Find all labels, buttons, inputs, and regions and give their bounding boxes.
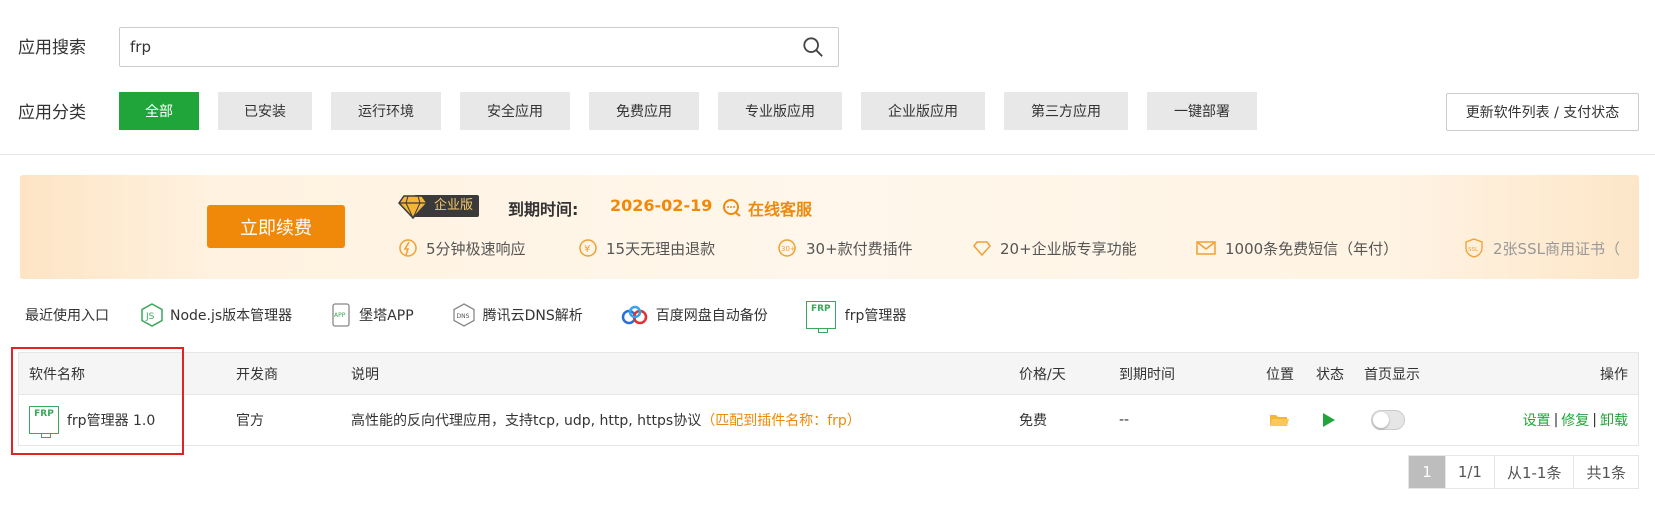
table-row: FRP frp管理器 1.0 官方 高性能的反向代理应用，支持tcp, udp,… [19, 395, 1638, 445]
app-icon: APP [332, 303, 350, 327]
recent-item-frp[interactable]: FRP frp管理器 [805, 301, 906, 333]
recent-item-baidu-backup[interactable]: 百度网盘自动备份 [621, 304, 768, 326]
svg-text:JS: JS [145, 312, 155, 322]
recent-entries: 最近使用入口 JS Node.js版本管理器 APP 堡塔APP DNS 腾讯云… [25, 300, 906, 333]
mail-icon [1196, 241, 1216, 255]
header-operations: 操作 [1600, 366, 1628, 383]
header-description: 说明 [351, 366, 379, 383]
feature-item: 30+ 30+款付费插件 [776, 238, 972, 259]
category-security[interactable]: 安全应用 [460, 92, 570, 130]
category-tabs: 全部 已安装 运行环境 安全应用 免费应用 专业版应用 企业版应用 第三方应用 … [119, 92, 1276, 130]
baidu-cloud-icon [621, 305, 648, 325]
divider [0, 154, 1655, 155]
feature-item: ¥ 15天无理由退款 [578, 238, 776, 259]
pagination: 1 1/1 从1-1条 共1条 [1408, 455, 1639, 489]
uninstall-link[interactable]: 卸载 [1600, 410, 1628, 430]
table-header: 软件名称 开发商 说明 价格/天 到期时间 位置 状态 首页显示 操作 [19, 353, 1638, 395]
online-service-link[interactable]: 在线客服 [722, 196, 812, 220]
category-free[interactable]: 免费应用 [589, 92, 699, 130]
plugin-icon: 30+ [778, 239, 796, 257]
highlight-box [11, 347, 184, 455]
header-home-display: 首页显示 [1364, 366, 1420, 383]
expire-label: 到期时间: [508, 200, 579, 219]
feature-list: 5分钟极速响应 ¥ 15天无理由退款 30+ 30+款付费插件 20+企业版专享… [398, 237, 1620, 259]
home-display-toggle[interactable] [1371, 395, 1405, 445]
page-current[interactable]: 1 [1409, 456, 1445, 488]
search-icon[interactable] [802, 36, 824, 58]
svg-text:30+: 30+ [781, 245, 796, 253]
recent-item-nodejs[interactable]: JS Node.js版本管理器 [141, 303, 292, 327]
svg-text:APP: APP [334, 312, 346, 319]
online-service-label: 在线客服 [748, 200, 813, 219]
renew-button[interactable]: 立即续费 [207, 205, 345, 248]
recent-item-tencent-dns[interactable]: DNS 腾讯云DNS解析 [452, 303, 583, 327]
header-developer: 开发商 [236, 366, 278, 383]
category-third-party[interactable]: 第三方应用 [1004, 92, 1128, 130]
feature-item: SSL 2张SSL商用证书（ [1463, 237, 1620, 259]
header-price: 价格/天 [1019, 366, 1066, 383]
recent-item-bt-app[interactable]: APP 堡塔APP [330, 303, 414, 327]
row-operations: 设置 | 修复 | 卸载 [1522, 410, 1628, 430]
enterprise-banner: 立即续费 企业版 到期时间: 2026-02-19 在线客服 5分钟极速响应 ¥ [20, 175, 1639, 279]
page-range: 从1-1条 [1493, 456, 1574, 488]
update-software-list-button[interactable]: 更新软件列表 / 支付状态 [1446, 93, 1639, 131]
svg-text:SSL: SSL [1468, 247, 1479, 253]
nodejs-icon: JS [141, 303, 163, 327]
lightning-clock-icon [399, 239, 417, 257]
svg-text:DNS: DNS [456, 313, 469, 320]
header-status: 状态 [1316, 366, 1344, 383]
page-total: 共1条 [1573, 456, 1638, 488]
chat-icon [723, 199, 741, 217]
header-location: 位置 [1266, 366, 1294, 383]
page-count: 1/1 [1444, 456, 1494, 488]
search-input[interactable] [120, 28, 760, 66]
category-installed[interactable]: 已安装 [218, 92, 312, 130]
category-label: 应用分类 [18, 103, 86, 123]
category-pro[interactable]: 专业版应用 [718, 92, 842, 130]
repair-link[interactable]: 修复 [1561, 410, 1589, 430]
row-expire: -- [1119, 412, 1130, 428]
feature-item: 1000条免费短信（年付） [1195, 238, 1463, 259]
diamond-icon [398, 195, 428, 219]
dns-icon: DNS [452, 303, 475, 327]
svg-text:¥: ¥ [584, 244, 590, 255]
enterprise-badge: 企业版 [398, 193, 480, 219]
header-expire: 到期时间 [1119, 366, 1175, 383]
play-icon[interactable] [1322, 395, 1336, 445]
feature-item: 20+企业版专享功能 [972, 238, 1195, 259]
category-one-click-deploy[interactable]: 一键部署 [1147, 92, 1257, 130]
ssl-icon: SSL [1465, 238, 1483, 258]
settings-link[interactable]: 设置 [1523, 410, 1551, 430]
category-all[interactable]: 全部 [119, 92, 199, 130]
diamond-outline-icon [973, 241, 991, 257]
refund-icon: ¥ [579, 239, 597, 257]
folder-icon[interactable] [1269, 395, 1289, 445]
search-label: 应用搜索 [18, 38, 86, 58]
category-enterprise[interactable]: 企业版应用 [861, 92, 985, 130]
recent-label: 最近使用入口 [25, 308, 109, 324]
row-price: 免费 [1019, 413, 1047, 429]
software-table: 软件名称 开发商 说明 价格/天 到期时间 位置 状态 首页显示 操作 FRP … [18, 352, 1639, 446]
row-description: 高性能的反向代理应用，支持tcp, udp, http, https协议 （匹配… [351, 395, 861, 445]
match-note: （匹配到插件名称：frp） [701, 413, 861, 429]
feature-item: 5分钟极速响应 [398, 238, 578, 259]
frp-icon: FRP [805, 301, 836, 333]
expire-date: 2026-02-19 [610, 196, 713, 215]
search-box[interactable] [119, 27, 839, 67]
category-runtime[interactable]: 运行环境 [331, 92, 441, 130]
row-developer: 官方 [236, 413, 264, 429]
